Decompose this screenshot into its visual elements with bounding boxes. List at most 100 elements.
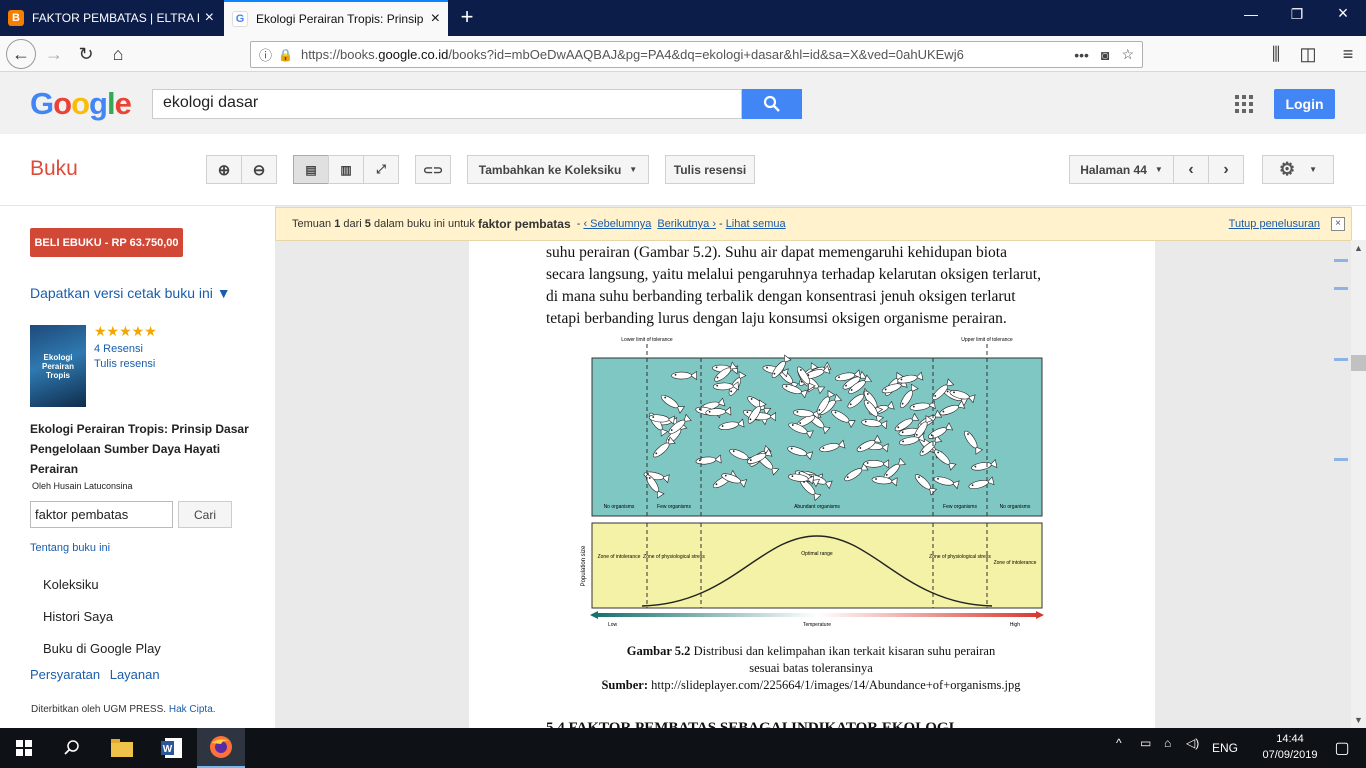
notice-suffix: dalam buku ini untuk <box>373 218 475 230</box>
dropdown-arrow-icon: ▼ <box>1154 165 1163 174</box>
show-hidden-icons[interactable]: ^ <box>1116 736 1122 750</box>
network-icon[interactable]: ⌂ <box>1164 736 1171 750</box>
close-tab-icon[interactable]: × <box>199 9 214 27</box>
apps-grid-icon[interactable] <box>1235 95 1253 113</box>
language-indicator[interactable]: ENG <box>1212 741 1238 755</box>
temperature-arrow <box>590 611 1044 619</box>
address-bar[interactable]: ⓘ 🔒 https://books.google.co.id/books?id=… <box>250 41 1143 68</box>
battery-icon[interactable]: ▭ <box>1140 736 1151 750</box>
settings-button[interactable]: ⚙ ▼ <box>1262 155 1334 184</box>
google-logo[interactable]: Google <box>30 86 132 122</box>
link-icon: ⊂⊃ <box>422 162 444 177</box>
rating-stars: ★★★★★ <box>94 323 157 339</box>
notifications-icon[interactable]: ▢ <box>1318 728 1366 768</box>
search-button[interactable] <box>742 89 802 119</box>
word-icon[interactable]: W <box>148 728 196 768</box>
two-page-button[interactable]: ▥ <box>328 155 364 184</box>
zone-bottom-label: Optimal range <box>801 551 833 557</box>
buy-ebook-button[interactable]: BELI EBUKU - RP 63.750,00 <box>30 228 183 257</box>
back-icon[interactable]: ← <box>6 39 36 69</box>
notice-middle: dari <box>343 218 362 230</box>
previous-result-link[interactable]: ‹ Sebelumnya <box>583 218 651 230</box>
notice-total: 5 <box>364 218 371 230</box>
sidebar-icon[interactable]: ◫ <box>1294 41 1322 67</box>
print-version-link[interactable]: Dapatkan versi cetak buku ini ▼ <box>30 285 231 301</box>
new-tab-icon[interactable]: + <box>454 4 480 30</box>
services-link[interactable]: Layanan <box>110 667 160 682</box>
copyright-link[interactable]: Hak Cipta. <box>169 704 216 715</box>
book-search-input[interactable]: faktor pembatas <box>30 501 173 528</box>
tab-faktor-pembatas[interactable]: B FAKTOR PEMBATAS | ELTRA BIO × <box>0 0 222 36</box>
url-text: https://books.google.co.id/books?id=mbOe… <box>301 47 1062 62</box>
prev-page-button[interactable]: ‹ <box>1173 155 1209 184</box>
search-icon <box>763 95 780 112</box>
zoom-in-button[interactable]: ⊕ <box>206 155 242 184</box>
viewer-scrollbar[interactable] <box>1351 240 1366 728</box>
notice-prefix: Temuan <box>292 218 332 230</box>
link-button[interactable]: ⊂⊃ <box>415 155 451 184</box>
url-path: /books?id=mbOeDwAAQBAJ&pg=PA4&dq=ekologi… <box>448 47 964 62</box>
search-icon[interactable] <box>48 728 96 768</box>
close-search-link[interactable]: Tutup penelusuran <box>1229 218 1320 230</box>
section-title[interactable]: Buku <box>30 157 78 181</box>
page-label: Halaman 44 <box>1080 162 1147 177</box>
page-actions-icon[interactable]: ••• <box>1074 47 1089 63</box>
search-hit-marker[interactable] <box>1334 458 1348 461</box>
lower-limit-label: Lower limit of tolerance <box>621 337 673 343</box>
sidebar-item-google-play[interactable]: Buku di Google Play <box>43 641 161 656</box>
close-tab-icon[interactable]: × <box>425 10 440 28</box>
google-search-input[interactable]: ekologi dasar <box>152 89 742 119</box>
search-hit-marker[interactable] <box>1334 259 1348 262</box>
write-review-button[interactable]: Tulis resensi <box>665 155 755 184</box>
fullscreen-button[interactable]: ⤢ <box>363 155 399 184</box>
menu-icon[interactable]: ≡ <box>1334 41 1362 67</box>
book-cover[interactable]: Ekologi Perairan Tropis <box>30 325 86 407</box>
firefox-icon[interactable] <box>197 728 245 768</box>
book-search-button[interactable]: Cari <box>178 501 232 528</box>
y-axis-label: Population size <box>581 545 587 586</box>
sidebar-item-koleksiku[interactable]: Koleksiku <box>43 577 99 592</box>
home-icon[interactable]: ⌂ <box>104 41 132 67</box>
blogger-icon: B <box>8 10 24 26</box>
scroll-up-icon[interactable]: ▲ <box>1352 243 1365 253</box>
close-icon[interactable]: × <box>1331 217 1345 231</box>
reload-icon[interactable]: ↻ <box>72 41 100 67</box>
book-title: Ekologi Perairan Tropis: Prinsip Dasar P… <box>30 422 249 476</box>
zone-bottom-label: Zone of intolerance <box>994 560 1037 566</box>
page-select-button[interactable]: Halaman 44 ▼ <box>1069 155 1174 184</box>
terms-link[interactable]: Persyaratan <box>30 667 100 682</box>
forward-icon[interactable]: → <box>40 41 68 67</box>
scrollbar-thumb[interactable] <box>1351 355 1366 371</box>
single-page-button[interactable]: ▤ <box>293 155 329 184</box>
file-explorer-icon[interactable] <box>98 728 146 768</box>
close-window-icon[interactable]: × <box>1320 3 1366 24</box>
library-icon[interactable]: ⫼ <box>1262 41 1290 67</box>
write-review-link[interactable]: Tulis resensi <box>94 358 155 370</box>
page-text-line: tetapi berbanding lurus dengan laju kons… <box>546 310 1007 327</box>
zone-top-label: Few organisms <box>657 504 691 510</box>
next-result-link[interactable]: Berikutnya › <box>657 218 716 230</box>
about-book-link[interactable]: Tentang buku ini <box>30 542 110 554</box>
reviews-link[interactable]: 4 Resensi <box>94 343 143 355</box>
login-button[interactable]: Login <box>1274 89 1335 119</box>
next-page-button[interactable]: › <box>1208 155 1244 184</box>
add-to-collection-button[interactable]: Tambahkan ke Koleksiku ▼ <box>467 155 649 184</box>
search-hit-marker[interactable] <box>1334 287 1348 290</box>
zoom-out-button[interactable]: ⊖ <box>241 155 277 184</box>
scroll-down-icon[interactable]: ▼ <box>1352 715 1365 725</box>
tab-ekologi-perairan[interactable]: G Ekologi Perairan Tropis: Prinsip × <box>224 0 448 36</box>
windows-start-icon[interactable] <box>0 728 48 768</box>
see-all-link[interactable]: Lihat semua <box>726 218 786 230</box>
volume-icon[interactable]: ◁) <box>1186 736 1199 750</box>
minimize-icon[interactable]: — <box>1228 6 1274 22</box>
x-axis-label: Temperature <box>803 622 831 628</box>
book-author: Oleh Husain Latuconsina <box>32 481 133 491</box>
info-icon[interactable]: ⓘ <box>259 45 272 64</box>
pocket-icon[interactable]: ◙ <box>1101 47 1109 63</box>
sidebar-item-histori[interactable]: Histori Saya <box>43 609 113 624</box>
gear-icon: ⚙ <box>1278 159 1296 179</box>
restore-icon[interactable]: ❐ <box>1274 6 1320 23</box>
search-hit-marker[interactable] <box>1334 358 1348 361</box>
chevron-right-icon: › <box>1223 160 1229 178</box>
bookmark-star-icon[interactable]: ☆ <box>1121 46 1134 63</box>
